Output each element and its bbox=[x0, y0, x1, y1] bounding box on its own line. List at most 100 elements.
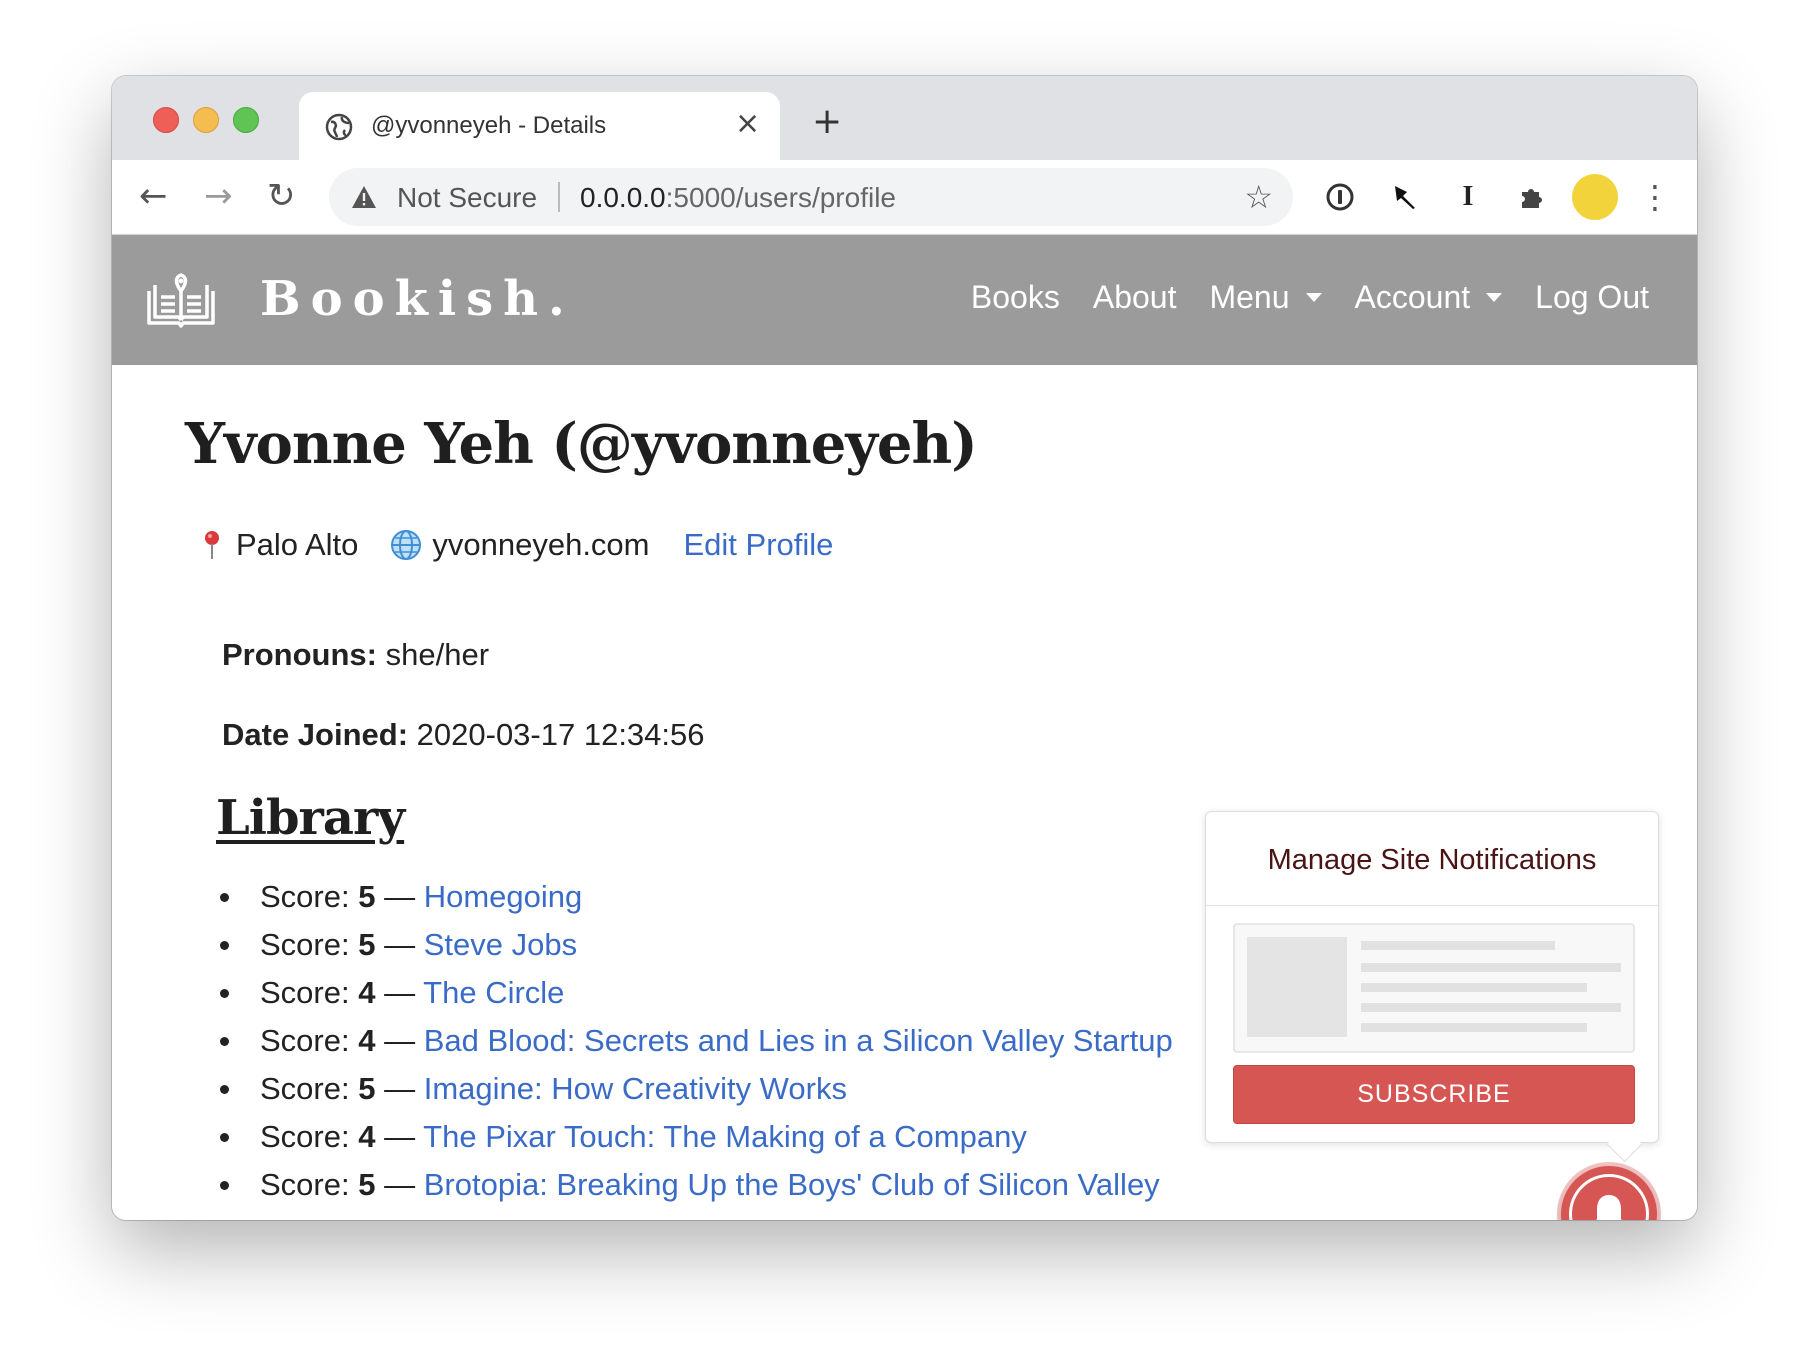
preview-line bbox=[1361, 1023, 1587, 1032]
score-value: 4 bbox=[358, 975, 376, 1010]
address-bar[interactable]: Not Secure 0.0.0.0:5000/users/profile ☆ bbox=[329, 168, 1293, 226]
close-tab-icon[interactable]: × bbox=[735, 106, 760, 142]
pronouns-row: Pronouns: she/her bbox=[222, 637, 489, 673]
pronouns-value: she/her bbox=[385, 637, 490, 672]
instapaper-icon[interactable]: I bbox=[1447, 176, 1489, 218]
nav-account-dropdown[interactable]: Account bbox=[1355, 279, 1503, 316]
list-item: Score: 5 — Brotopia: Breaking Up the Boy… bbox=[216, 1161, 1173, 1209]
location-pin-icon bbox=[205, 531, 219, 559]
extensions-puzzle-icon[interactable] bbox=[1511, 176, 1553, 218]
close-window-button[interactable] bbox=[153, 107, 179, 133]
browser-toolbar: ← → ↻ Not Secure 0.0.0.0:5000/users/prof… bbox=[112, 160, 1697, 235]
book-link[interactable]: Homegoing bbox=[424, 879, 583, 914]
list-item: Score: 4 — The Pixar Touch: The Making o… bbox=[216, 1113, 1173, 1161]
date-joined-row: Date Joined: 2020-03-17 12:34:56 bbox=[222, 717, 705, 753]
preview-line bbox=[1361, 963, 1621, 972]
reload-icon[interactable]: ↻ bbox=[267, 176, 296, 216]
brand-name[interactable]: Bookish. bbox=[260, 271, 575, 327]
browser-window: @yvonneyeh - Details × + ← → ↻ Not Secur… bbox=[112, 76, 1697, 1220]
minimize-window-button[interactable] bbox=[193, 107, 219, 133]
list-item: Score: 5 — Imagine: How Creativity Works bbox=[216, 1065, 1173, 1113]
notification-popup: Manage Site Notifications SUBSCRIBE bbox=[1205, 811, 1659, 1143]
book-link[interactable]: Bad Blood: Secrets and Lies in a Silicon… bbox=[424, 1023, 1173, 1058]
warning-icon bbox=[352, 186, 376, 208]
website-text: yvonneyeh.com bbox=[432, 527, 650, 562]
list-item: Score: 5 — Homegoing bbox=[216, 873, 1173, 921]
address-separator bbox=[558, 182, 560, 212]
tab-strip: @yvonneyeh - Details × + bbox=[112, 76, 1697, 160]
score-label: Score: bbox=[260, 1119, 350, 1154]
maximize-window-button[interactable] bbox=[233, 107, 259, 133]
dash: — bbox=[384, 1167, 416, 1202]
profile-meta: Palo Alto yvonneyeh.com Edit Profile bbox=[202, 527, 833, 563]
bell-icon bbox=[1596, 1195, 1622, 1220]
score-value: 4 bbox=[358, 1119, 376, 1154]
caret-down-icon bbox=[1486, 293, 1503, 302]
nav-account-label: Account bbox=[1354, 279, 1471, 315]
notification-title: Manage Site Notifications bbox=[1267, 844, 1597, 876]
dash: — bbox=[384, 927, 416, 962]
pin-extension-icon[interactable] bbox=[1383, 176, 1425, 218]
globe-icon bbox=[391, 530, 422, 560]
score-label: Score: bbox=[260, 1071, 350, 1106]
notification-bell-button[interactable] bbox=[1561, 1166, 1657, 1220]
password-manager-icon[interactable] bbox=[1319, 176, 1361, 218]
dash: — bbox=[384, 1119, 416, 1154]
list-item: Score: 4 — Bad Blood: Secrets and Lies i… bbox=[216, 1017, 1173, 1065]
url-text[interactable]: 0.0.0.0:5000/users/profile bbox=[580, 182, 896, 214]
dash: — bbox=[384, 1023, 416, 1058]
score-value: 5 bbox=[358, 1167, 376, 1202]
location-text: Palo Alto bbox=[236, 527, 359, 562]
bookmark-star-icon[interactable]: ☆ bbox=[1244, 178, 1273, 216]
score-label: Score: bbox=[260, 1167, 350, 1202]
book-logo-icon[interactable] bbox=[145, 271, 217, 329]
list-item: Score: 4 — The Circle bbox=[216, 969, 1173, 1017]
subscribe-button[interactable]: SUBSCRIBE bbox=[1233, 1065, 1635, 1124]
score-label: Score: bbox=[260, 1023, 350, 1058]
score-label: Score: bbox=[260, 927, 350, 962]
nav-about[interactable]: About bbox=[1093, 279, 1177, 316]
list-item: Score: 5 — Steve Jobs bbox=[216, 921, 1173, 969]
profile-avatar[interactable] bbox=[1572, 174, 1618, 220]
book-link[interactable]: The Circle bbox=[423, 975, 564, 1010]
book-link[interactable]: Steve Jobs bbox=[424, 927, 577, 962]
security-status[interactable]: Not Secure bbox=[397, 182, 537, 214]
preview-line bbox=[1361, 1003, 1621, 1012]
nav-links: Books About Menu Account Log Out bbox=[971, 279, 1649, 316]
tab-title: @yvonneyeh - Details bbox=[371, 112, 607, 139]
site-navbar: Bookish. Books About Menu Account Log Ou… bbox=[112, 235, 1697, 365]
caret-down-icon bbox=[1305, 293, 1322, 302]
dash: — bbox=[384, 975, 416, 1010]
score-value: 5 bbox=[358, 879, 376, 914]
score-value: 4 bbox=[358, 1023, 376, 1058]
preview-thumbnail bbox=[1247, 937, 1347, 1037]
score-label: Score: bbox=[260, 975, 350, 1010]
back-arrow-icon[interactable]: ← bbox=[139, 176, 168, 216]
url-host: 0.0.0.0 bbox=[580, 182, 666, 213]
page-title: Yvonne Yeh (@yvonneyeh) bbox=[185, 411, 978, 477]
preview-line bbox=[1361, 941, 1555, 950]
forward-arrow-icon[interactable]: → bbox=[204, 176, 233, 216]
dash: — bbox=[384, 879, 416, 914]
book-link[interactable]: Brotopia: Breaking Up the Boys' Club of … bbox=[424, 1167, 1160, 1202]
library-list: Score: 5 — Homegoing Score: 5 — Steve Jo… bbox=[216, 873, 1173, 1209]
nav-menu-dropdown[interactable]: Menu bbox=[1209, 279, 1322, 316]
edit-profile-link[interactable]: Edit Profile bbox=[684, 527, 834, 563]
active-tab[interactable]: @yvonneyeh - Details × bbox=[299, 92, 780, 160]
more-menu-icon[interactable]: ⋮ bbox=[1639, 174, 1671, 220]
date-joined-value: 2020-03-17 12:34:56 bbox=[416, 717, 705, 752]
score-value: 5 bbox=[358, 1071, 376, 1106]
book-link[interactable]: Imagine: How Creativity Works bbox=[424, 1071, 847, 1106]
preview-line bbox=[1361, 983, 1587, 992]
new-tab-button[interactable]: + bbox=[812, 104, 842, 140]
page-content: Yvonne Yeh (@yvonneyeh) Palo Alto yvonne… bbox=[112, 365, 1697, 1220]
url-path: :5000/users/profile bbox=[665, 182, 896, 213]
book-link[interactable]: The Pixar Touch: The Making of a Company bbox=[423, 1119, 1027, 1154]
globe-icon bbox=[325, 113, 353, 141]
score-label: Score: bbox=[260, 879, 350, 914]
nav-books[interactable]: Books bbox=[971, 279, 1060, 316]
nav-logout[interactable]: Log Out bbox=[1535, 279, 1649, 316]
notification-divider bbox=[1206, 905, 1658, 906]
score-value: 5 bbox=[358, 927, 376, 962]
notification-preview bbox=[1233, 923, 1635, 1053]
